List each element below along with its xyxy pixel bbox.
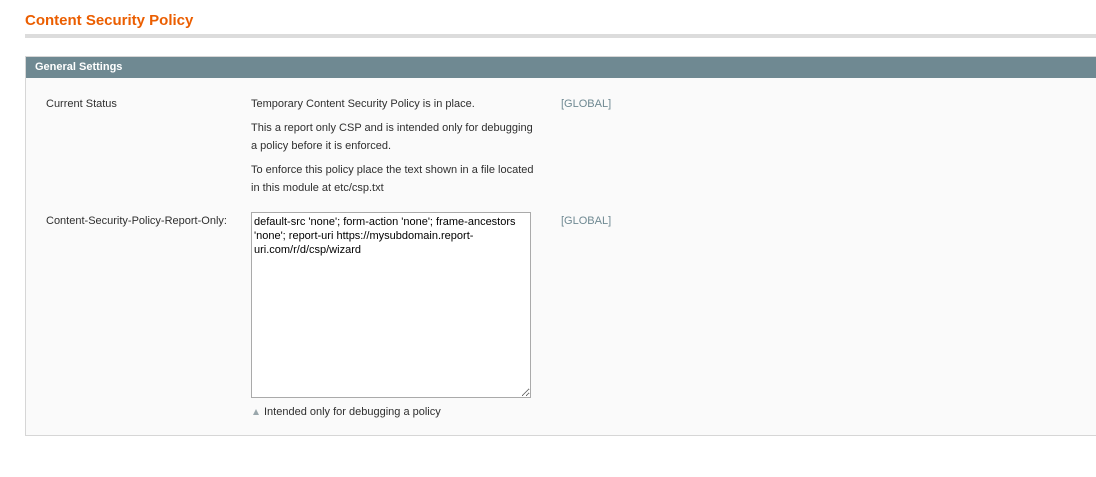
field-note: Intended only for debugging a policy — [251, 403, 541, 421]
csp-policy-textarea[interactable]: default-src 'none'; form-action 'none'; … — [251, 212, 531, 398]
page-title: Content Security Policy — [25, 12, 194, 29]
csp-report-only-value: default-src 'none'; form-action 'none'; … — [251, 212, 541, 421]
status-line-3: To enforce this policy place the text sh… — [251, 164, 534, 194]
general-settings-section: General Settings Current Status Temporar… — [25, 56, 1096, 436]
triangle-up-icon — [253, 409, 259, 415]
status-scope-label: [GLOBAL] — [561, 98, 612, 110]
status-line-2: This a report only CSP and is intended o… — [251, 122, 533, 152]
status-line-1: Temporary Content Security Policy is in … — [251, 98, 475, 110]
title-divider — [25, 34, 1096, 38]
section-header[interactable]: General Settings — [26, 57, 1096, 78]
current-status-label: Current Status — [46, 98, 117, 110]
csp-report-only-label: Content-Security-Policy-Report-Only: — [46, 215, 227, 227]
current-status-value: Temporary Content Security Policy is in … — [251, 95, 541, 203]
field-note-text: Intended only for debugging a policy — [264, 406, 441, 418]
csp-scope-label: [GLOBAL] — [561, 215, 612, 227]
